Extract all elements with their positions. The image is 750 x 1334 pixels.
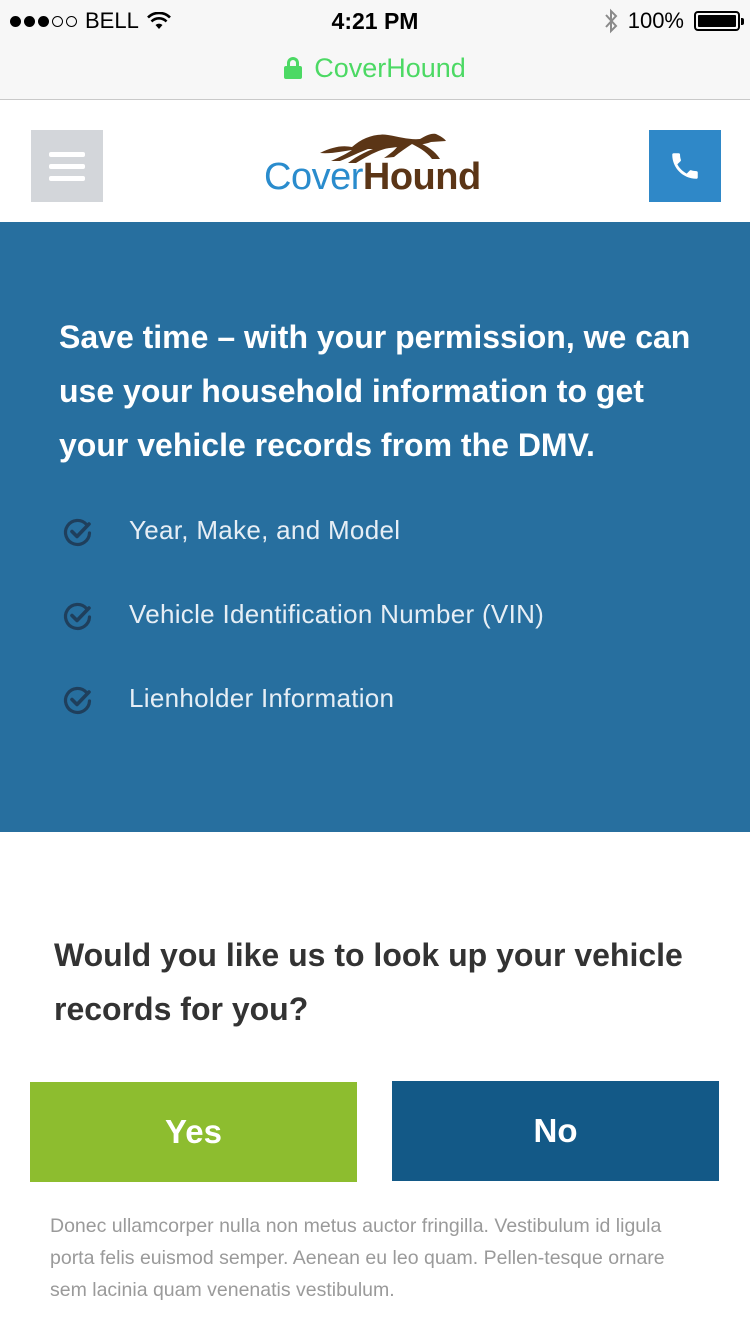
disclaimer-text: Donec ullamcorper nulla non metus auctor… <box>50 1215 665 1301</box>
feature-item: Lienholder Information <box>60 680 720 764</box>
hamburger-menu-icon <box>49 151 85 157</box>
battery-percent: 100% <box>627 8 684 33</box>
check-circle-icon <box>63 602 92 631</box>
feature-item: Vehicle Identification Number (VIN) <box>60 596 720 680</box>
question-heading: Would you like us to look up your vehicl… <box>54 937 683 1027</box>
hero-title: Save time – with your permission, we can… <box>59 319 691 463</box>
logo[interactable]: CoverHound <box>260 127 492 197</box>
hero-section: Save time – with your permission, we can… <box>0 222 750 832</box>
url-text: CoverHound <box>314 52 466 83</box>
logo-text: CoverHound <box>264 156 481 198</box>
check-circle-icon <box>63 686 92 715</box>
battery-icon <box>694 11 744 31</box>
check-circle-icon <box>63 518 92 547</box>
feature-label: Lienholder Information <box>129 683 395 713</box>
lock-icon <box>284 57 303 79</box>
feature-item: Year, Make, and Model <box>60 512 720 596</box>
feature-label: Year, Make, and Model <box>129 515 401 545</box>
menu-button[interactable] <box>31 130 103 202</box>
call-button[interactable] <box>649 130 721 202</box>
page: BELL 4:21 PM 100% CoverHound CoverHound … <box>0 0 750 1334</box>
no-button[interactable]: No <box>392 1081 719 1181</box>
phone-icon <box>672 153 698 179</box>
status-right: 100% <box>604 6 744 36</box>
url-bar[interactable]: CoverHound <box>0 46 750 90</box>
site-header: CoverHound <box>0 101 750 222</box>
feature-list: Year, Make, and Model Vehicle Identifica… <box>60 512 720 764</box>
bluetooth-icon <box>604 8 618 34</box>
browser-chrome: BELL 4:21 PM 100% CoverHound <box>0 0 750 100</box>
feature-label: Vehicle Identification Number (VIN) <box>129 599 545 629</box>
yes-button[interactable]: Yes <box>30 1082 357 1182</box>
